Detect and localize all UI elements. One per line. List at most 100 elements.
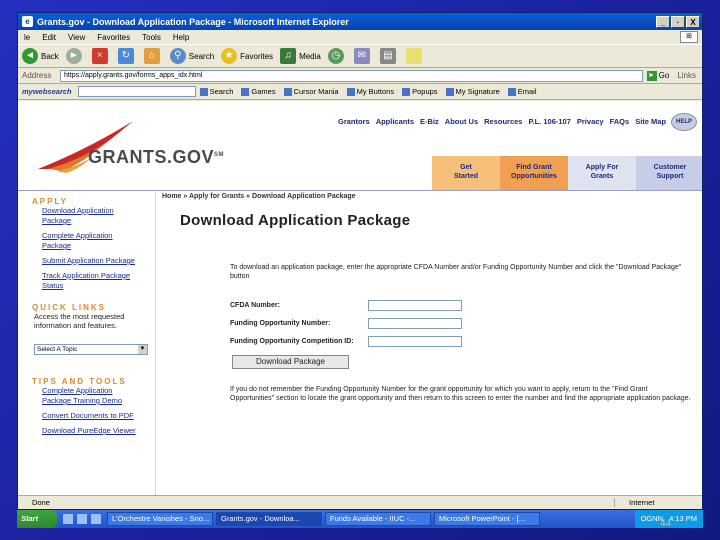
media-button[interactable]: ♫ Media [280,48,321,64]
address-input[interactable]: https://apply.grants.gov/forms_apps_idx.… [60,69,643,82]
main-tabs: Get Started Find Grant Opportunities App… [432,156,702,190]
close-button[interactable]: X [686,15,700,28]
home-icon: ⌂ [143,48,160,64]
sidebar-download-viewer[interactable]: Download PureEdge Viewer [42,426,142,436]
competition-id-input[interactable] [368,336,462,347]
nav-site-map[interactable]: Site Map [635,117,666,126]
cfda-input[interactable] [368,300,462,311]
menu-tools[interactable]: Tools [142,33,161,42]
taskbar-item-powerpoint[interactable]: Microsoft PowerPoint - [... [434,512,540,526]
tab-apply-for-grants[interactable]: Apply For Grants [568,156,636,190]
taskbar-item-funds[interactable]: Funds Available - IIUC -... [325,512,431,526]
logo-text: GRANTS.GOVSM [88,147,225,167]
back-arrow-icon: ◄ [22,48,38,64]
email-button[interactable]: Email [507,87,537,96]
email-icon [507,87,516,96]
menu-file[interactable]: le [24,33,30,42]
popup-icon [402,87,411,96]
sidebar: APPLY Download Application Package Compl… [18,191,156,495]
toolbar: ◄ Back ► × ↻ ⌂ ⚲ Search ★ Favorites ♫ Me… [18,44,702,68]
popups-button[interactable]: Popups [402,87,438,96]
signature-icon [445,87,454,96]
slide-page-number: 44 [660,517,671,529]
mail-button[interactable]: ✉ [353,48,373,64]
go-label: Go [658,71,670,80]
magnifier-icon [199,87,208,96]
title-bar: e Grants.gov - Download Application Pack… [18,13,702,30]
links-button[interactable]: Links [677,71,696,80]
maximize-button[interactable]: · [671,15,685,28]
nav-applicants[interactable]: Applicants [376,117,414,126]
opportunity-number-label: Funding Opportunity Number: [230,320,331,327]
desktop-icon[interactable] [63,514,73,524]
toolbar-search-label: Search [209,87,234,96]
tab-customer-support[interactable]: Customer Support [636,156,702,190]
media-label: Media [299,51,321,61]
sidebar-download-package[interactable]: Download Application Package [42,206,142,226]
sidebar-training-demo[interactable]: Complete Application Package Training De… [42,386,142,406]
my-signature-button[interactable]: My Signature [445,87,500,96]
home-button[interactable]: ⌂ [143,48,163,64]
nav-privacy[interactable]: Privacy [577,117,604,126]
sidebar-convert-pdf[interactable]: Convert Documents to PDF [42,411,142,421]
print-icon: ▤ [379,48,396,64]
menu-view[interactable]: View [68,33,85,42]
ie-icon: e [22,16,33,27]
menu-edit[interactable]: Edit [42,33,56,42]
nav-pl-106-107[interactable]: P.L. 106-107 [528,117,570,126]
nav-resources[interactable]: Resources [484,117,522,126]
print-button[interactable]: ▤ [379,48,399,64]
topic-select[interactable]: Select A Topic ▼ [34,344,148,355]
minimize-button[interactable]: _ [656,15,670,28]
nav-ebiz[interactable]: E-Biz [420,117,439,126]
edit-button[interactable] [405,48,425,64]
my-buttons-button[interactable]: My Buttons [346,87,394,96]
page-content: Grantors Applicants E-Biz About Us Resou… [18,101,702,495]
forward-arrow-icon: ► [65,48,82,64]
taskbar-item-orchestre[interactable]: L'Orchestre Vanishes - Sno... [107,512,213,526]
taskbar-item-grants[interactable]: Grants.gov - Downloa... [216,512,322,526]
download-package-button[interactable]: Download Package [232,355,349,369]
cursor-mania-label: Cursor Mania [293,87,339,96]
breadcrumb[interactable]: Home » Apply for Grants » Download Appli… [162,193,356,200]
tab-find-grant-opportunities[interactable]: Find Grant Opportunities [500,156,568,190]
mail-icon: ✉ [353,48,370,64]
refresh-button[interactable]: ↻ [117,48,137,64]
back-button[interactable]: ◄ Back [22,48,59,64]
favorites-button[interactable]: ★ Favorites [221,48,273,64]
history-button[interactable]: ◷ [327,48,347,64]
start-button[interactable]: Start [17,510,57,528]
favorites-label: Favorites [240,51,274,61]
sidebar-complete-package[interactable]: Complete Application Package [42,231,142,251]
window-title: Grants.gov - Download Application Packag… [37,16,349,27]
search-button[interactable]: ⚲ Search [169,48,215,64]
stop-button[interactable]: × [91,48,111,64]
cfda-label: CFDA Number: [230,302,280,309]
search-label: Search [188,51,215,61]
help-button[interactable]: HELP [671,113,697,131]
top-navigation: Grantors Applicants E-Biz About Us Resou… [338,117,666,126]
outlook-icon[interactable] [91,514,101,524]
opportunity-number-input[interactable] [368,318,462,329]
sidebar-submit-package[interactable]: Submit Application Package [42,256,142,266]
go-button[interactable]: ► Go [646,70,670,81]
nav-faqs[interactable]: FAQs [610,117,630,126]
stop-icon: × [91,48,108,64]
toolbar-search-input[interactable] [77,86,196,97]
menu-help[interactable]: Help [173,33,189,42]
menu-favorites[interactable]: Favorites [97,33,130,42]
toolbar-search-button[interactable]: Search [199,87,234,96]
media-icon: ♫ [280,48,297,64]
sidebar-track-package[interactable]: Track Application Package Status [42,271,142,291]
forward-button[interactable]: ► [65,48,85,64]
email-label: Email [517,87,537,96]
nav-grantors[interactable]: Grantors [338,117,370,126]
address-bar: Address https://apply.grants.gov/forms_a… [18,68,702,84]
tips-heading: TIPS AND TOOLS [32,377,127,386]
games-button[interactable]: Games [241,87,276,96]
cursor-mania-button[interactable]: Cursor Mania [283,87,339,96]
star-icon: ★ [221,48,238,64]
nav-about-us[interactable]: About Us [445,117,478,126]
ie-quicklaunch-icon[interactable] [77,514,87,524]
tab-get-started[interactable]: Get Started [432,156,500,190]
